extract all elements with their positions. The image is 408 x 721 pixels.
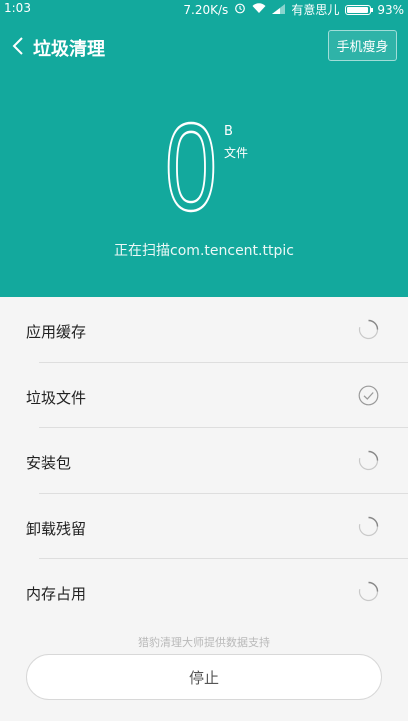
list-item-label: 内存占用 [26, 585, 87, 603]
chevron-left-icon [12, 37, 23, 55]
junk-category-list: 应用缓存 垃圾文件 安装包 卸载残留 内存占用 [0, 297, 408, 625]
list-item-label: 垃圾文件 [26, 388, 87, 407]
network-speed: 7.20K/s [183, 2, 229, 17]
list-item[interactable]: 内存占用 [0, 559, 408, 625]
scanned-size-number: 0 [165, 118, 217, 214]
battery-level: 93% [377, 2, 404, 17]
size-unit-label: 文件 [224, 146, 249, 160]
list-item[interactable]: 应用缓存 [0, 297, 408, 363]
list-item-label: 应用缓存 [26, 323, 87, 341]
list-item-label: 卸载残留 [26, 519, 87, 538]
signal-icon [272, 3, 286, 17]
loading-spinner-icon [358, 450, 379, 471]
list-item[interactable]: 安装包 [0, 428, 408, 494]
scan-status-text: 正在扫描com.tencent.ttpic [114, 243, 294, 259]
size-unit: B [224, 124, 233, 139]
title-bar: 垃圾清理 手机瘦身 [0, 30, 408, 64]
data-source-note: 猎豹清理大师提供数据支持 [138, 636, 270, 649]
battery-icon [345, 4, 374, 15]
stop-button[interactable]: 停止 [26, 654, 382, 700]
phone-slim-button[interactable]: 手机瘦身 [328, 30, 397, 61]
check-icon [358, 385, 379, 406]
back-button[interactable] [8, 35, 30, 57]
list-item[interactable]: 卸载残留 [0, 494, 408, 559]
scanned-size-value: 0 [162, 98, 220, 238]
status-bar: 1:03 7.20K/s 有意思儿 93% [0, 0, 408, 17]
loading-spinner-icon [358, 581, 379, 602]
alarm-icon [234, 2, 246, 17]
page-title: 垃圾清理 [33, 39, 105, 60]
list-item[interactable]: 垃圾文件 [0, 363, 408, 428]
loading-spinner-icon [358, 516, 379, 537]
list-item-label: 安装包 [26, 454, 72, 472]
loading-spinner-icon [358, 319, 379, 340]
wifi-icon [252, 2, 266, 17]
scan-header: 1:03 7.20K/s 有意思儿 93% 垃圾清理 手机瘦身 0 B 文件 正… [0, 0, 408, 297]
status-time: 1:03 [4, 1, 31, 15]
carrier-name: 有意思儿 [291, 3, 340, 17]
